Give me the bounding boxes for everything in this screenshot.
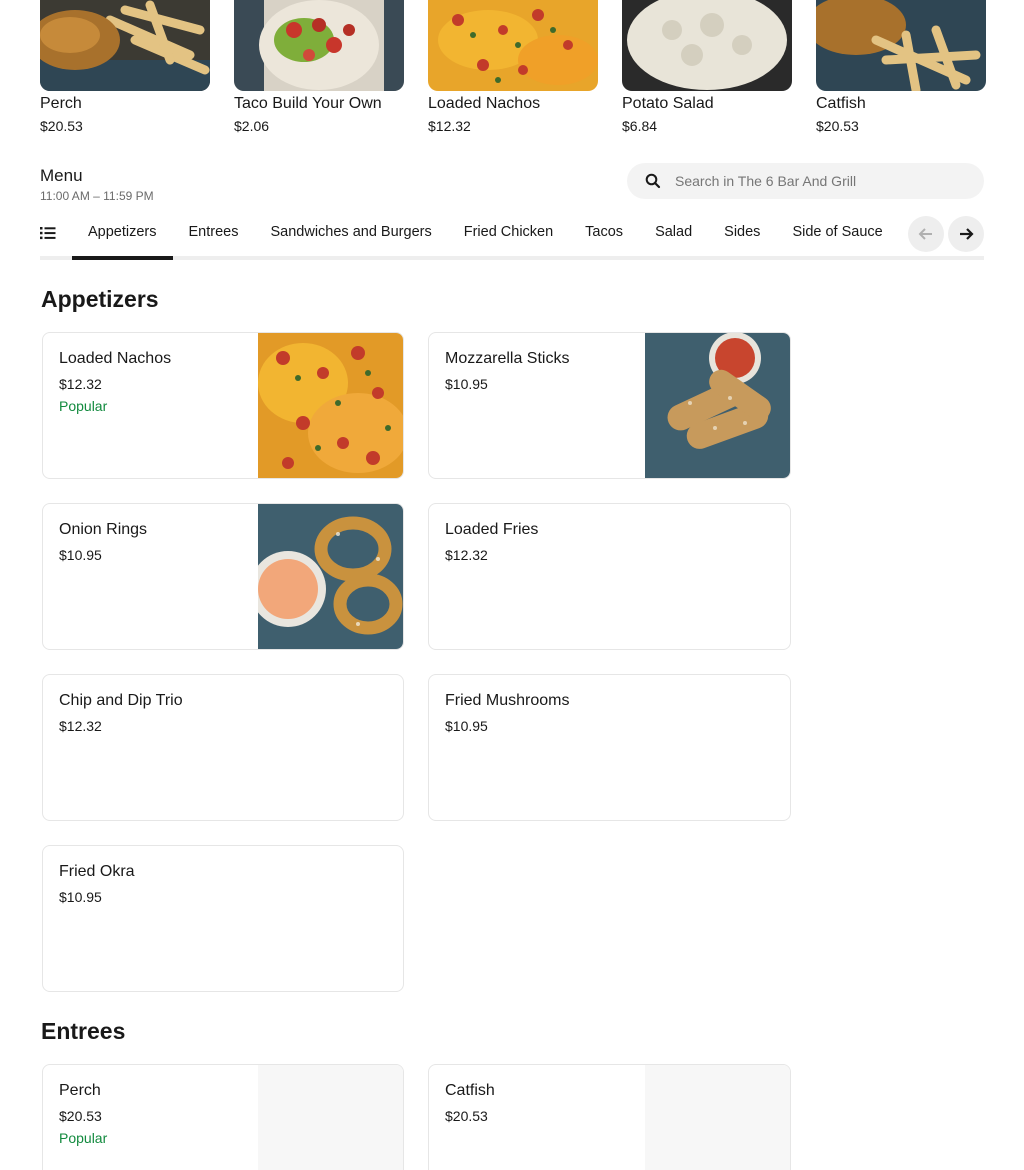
featured-name: Perch <box>40 95 82 112</box>
search-icon <box>635 173 671 189</box>
item-price: $10.95 <box>59 889 102 905</box>
item-image-placeholder <box>645 1065 790 1170</box>
featured-name: Loaded Nachos <box>428 95 541 112</box>
menu-item-card[interactable]: Catfish $20.53 <box>428 1064 791 1170</box>
arrow-right-icon <box>960 228 974 240</box>
tab-appetizers[interactable]: Appetizers <box>72 212 173 260</box>
featured-name: Taco Build Your Own <box>234 95 382 112</box>
item-name: Mozzarella Sticks <box>445 350 570 367</box>
featured-name: Catfish <box>816 95 866 112</box>
item-name: Chip and Dip Trio <box>59 692 183 709</box>
menu-hours: 11:00 AM – 11:59 PM <box>40 189 154 203</box>
featured-image-potato-salad <box>622 0 792 91</box>
featured-item[interactable]: Loaded Nachos $12.32 <box>428 0 598 140</box>
item-price: $12.32 <box>59 376 102 392</box>
tab-side-of-sauce[interactable]: Side of Sauce <box>776 212 898 260</box>
item-price: $12.32 <box>445 547 488 563</box>
tab-sides[interactable]: Sides <box>708 212 776 260</box>
tab-salad[interactable]: Salad <box>639 212 708 260</box>
category-list-icon[interactable] <box>40 226 56 240</box>
entrees-grid: Perch $20.53 Popular Catfish $20.53 <box>42 1064 792 1170</box>
tab-fried-chicken[interactable]: Fried Chicken <box>448 212 569 260</box>
item-name: Onion Rings <box>59 521 148 538</box>
item-price: $20.53 <box>445 1108 488 1124</box>
menu-item-card[interactable]: Mozzarella Sticks $10.95 <box>428 332 791 479</box>
featured-price: $2.06 <box>234 118 270 134</box>
item-image-onion-rings <box>258 504 403 649</box>
featured-image-taco <box>234 0 404 91</box>
featured-item[interactable]: Taco Build Your Own $2.06 <box>234 0 404 140</box>
featured-carousel: Perch $20.53 Taco Build Your Own $2.06 L… <box>40 0 986 140</box>
item-name: Catfish <box>445 1082 495 1099</box>
tabs-next-button[interactable] <box>948 216 984 252</box>
search-bar[interactable] <box>627 163 984 199</box>
tab-entrees[interactable]: Entrees <box>173 212 255 260</box>
category-tabs: Appetizers Entrees Sandwiches and Burgers F… <box>40 212 984 260</box>
featured-image-catfish <box>816 0 986 91</box>
menu-item-card[interactable]: Perch $20.53 Popular <box>42 1064 404 1170</box>
item-price: $12.32 <box>59 718 102 734</box>
featured-image-loaded-nachos <box>428 0 598 91</box>
menu-item-card[interactable]: Loaded Nachos $12.32 Popular <box>42 332 404 479</box>
popular-badge: Popular <box>59 398 108 414</box>
featured-price: $12.32 <box>428 118 471 134</box>
appetizers-grid: Loaded Nachos $12.32 Popular Mozzarella <box>42 332 792 992</box>
featured-name: Potato Salad <box>622 95 714 112</box>
item-image-placeholder <box>258 1065 403 1170</box>
item-image-mozzarella-sticks <box>645 333 790 478</box>
featured-price: $6.84 <box>622 118 658 134</box>
item-price: $10.95 <box>445 376 488 392</box>
featured-price: $20.53 <box>40 118 83 134</box>
tab-tacos[interactable]: Tacos <box>569 212 639 260</box>
section-title-entrees: Entrees <box>41 1018 126 1044</box>
menu-title: Menu <box>40 166 83 185</box>
tab-sandwiches-and-burgers[interactable]: Sandwiches and Burgers <box>255 212 448 260</box>
featured-item[interactable]: Perch $20.53 <box>40 0 210 140</box>
section-title-appetizers: Appetizers <box>41 286 159 312</box>
menu-item-card[interactable]: Onion Rings $10.95 <box>42 503 404 650</box>
featured-item[interactable]: Potato Salad $6.84 <box>622 0 792 140</box>
tabs-scroller: Appetizers Entrees Sandwiches and Burgers F… <box>72 212 898 260</box>
item-name: Loaded Nachos <box>59 350 172 367</box>
tabs-prev-button[interactable] <box>908 216 944 252</box>
featured-image-perch <box>40 0 210 91</box>
arrow-left-icon <box>918 228 932 240</box>
item-price: $10.95 <box>445 718 488 734</box>
featured-item[interactable]: Catfish $20.53 <box>816 0 986 140</box>
item-name: Perch <box>59 1082 101 1099</box>
featured-price: $20.53 <box>816 118 859 134</box>
item-name: Fried Okra <box>59 863 135 880</box>
item-price: $20.53 <box>59 1108 102 1124</box>
item-image-loaded-nachos <box>258 333 403 478</box>
menu-item-card[interactable]: Chip and Dip Trio $12.32 <box>42 674 404 821</box>
menu-item-card[interactable]: Fried Mushrooms $10.95 <box>428 674 791 821</box>
menu-item-card[interactable]: Loaded Fries $12.32 <box>428 503 791 650</box>
item-price: $10.95 <box>59 547 102 563</box>
popular-badge: Popular <box>59 1130 108 1146</box>
menu-item-card[interactable]: Fried Okra $10.95 <box>42 845 404 992</box>
item-name: Loaded Fries <box>445 521 539 538</box>
item-name: Fried Mushrooms <box>445 692 570 709</box>
search-input[interactable] <box>675 173 965 189</box>
